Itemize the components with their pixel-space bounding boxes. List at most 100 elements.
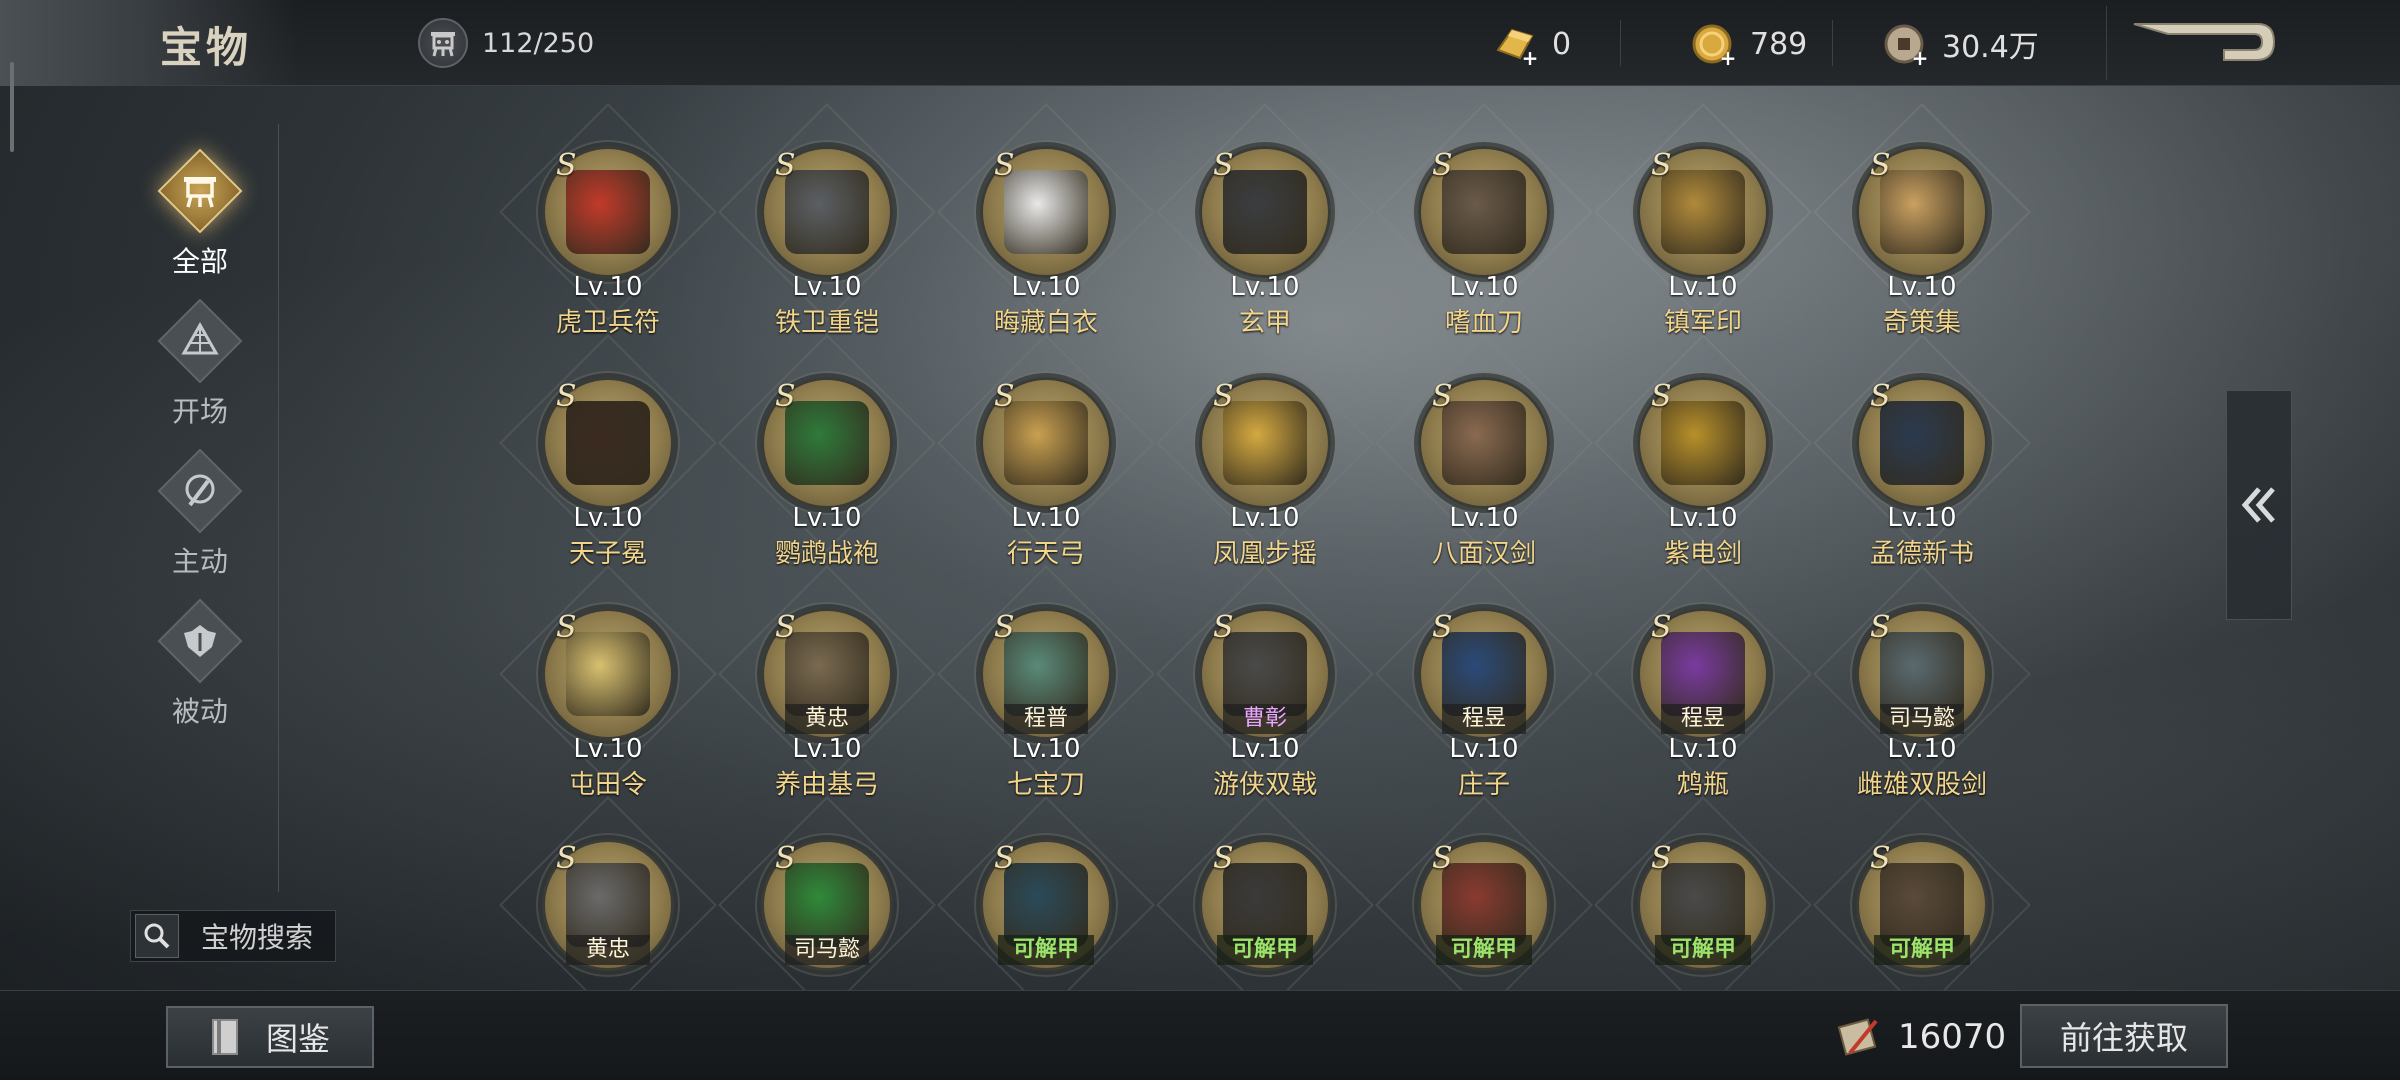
token-scroll-icon (1837, 1018, 1878, 1056)
treasure-name: 八面汉剑 (1431, 539, 1536, 569)
sidebar-item-label: 被动 (171, 695, 228, 728)
back-arrow-icon[interactable] (2128, 16, 2278, 76)
rank-s-mark: S (1651, 610, 1672, 645)
treasure-medal: S 黄忠 (542, 839, 674, 971)
treasure-art-icon (1442, 401, 1526, 485)
treasure-medal: S (542, 146, 674, 278)
treasure-name: 嗜血刀 (1444, 308, 1523, 338)
treasure-card[interactable]: S Lv.10 孟德新书 (1832, 377, 2012, 577)
treasure-name: 雌雄双股剑 (1856, 770, 1987, 800)
rank-s-mark: S (1213, 841, 1234, 876)
treasure-card[interactable]: S Lv.10 虎卫兵符 (518, 146, 698, 346)
hero-tag: 黄忠 (785, 704, 869, 734)
rank-s-mark: S (1432, 610, 1453, 645)
treasure-art-icon (1661, 401, 1745, 485)
rank-s-mark: S (1432, 841, 1453, 876)
scroll-indicator (10, 62, 14, 152)
rank-s-mark: S (994, 148, 1015, 183)
treasure-name: 庄子 (1457, 770, 1510, 800)
treasure-level: Lv.10 (1011, 272, 1081, 302)
treasure-medal: S 曹彰 (1199, 608, 1331, 740)
treasure-art-icon (566, 170, 650, 254)
treasure-card[interactable]: S Lv.10 八面汉剑 (1394, 377, 1574, 577)
divider (2106, 6, 2107, 80)
treasure-medal: S (1418, 146, 1550, 278)
treasure-medal: S 黄忠 (761, 608, 893, 740)
plus-icon: + (1521, 46, 1539, 70)
hero-tag: 司马懿 (1880, 704, 1964, 734)
rank-s-mark: S (1213, 379, 1234, 414)
treasure-medal: S (1418, 377, 1550, 509)
sidebar-item-all[interactable]: 全部 (140, 150, 260, 290)
codex-label: 图鉴 (265, 1020, 330, 1058)
rank-s-mark: S (1651, 379, 1672, 414)
rank-s-mark: S (775, 841, 796, 876)
treasure-card[interactable]: S 程普 Lv.10 七宝刀 (956, 608, 1136, 808)
treasure-card[interactable]: S Lv.10 行天弓 (956, 377, 1136, 577)
treasure-card[interactable]: S Lv.10 屯田令 (518, 608, 698, 808)
treasure-level: Lv.10 (1449, 734, 1519, 764)
treasure-level: Lv.10 (1668, 272, 1738, 302)
unlock-tag: 可解甲 (1655, 935, 1751, 965)
rank-s-mark: S (1870, 610, 1891, 645)
go-obtain-button[interactable]: 前往获取 (2020, 1004, 2228, 1068)
treasure-card[interactable]: S 程昱 Lv.10 庄子 (1394, 608, 1574, 808)
sidebar-item-passive[interactable]: 被动 (140, 600, 260, 740)
currency-gold-coin[interactable]: + 789 (1688, 20, 1807, 68)
treasure-name: 孟德新书 (1869, 539, 1974, 569)
treasure-card[interactable]: S Lv.10 晦藏白衣 (956, 146, 1136, 346)
sidebar-item-opening[interactable]: 开场 (140, 300, 260, 440)
treasure-card[interactable]: S 曹彰 Lv.10 游侠双戟 (1175, 608, 1355, 808)
treasure-card[interactable]: S Lv.10 紫电剑 (1613, 377, 1793, 577)
treasure-medal: S 程昱 (1418, 608, 1550, 740)
gold-bar-value: 0 (1552, 26, 1572, 62)
treasure-card[interactable]: S Lv.10 铁卫重铠 (737, 146, 917, 346)
treasure-medal: S 可解甲 (1856, 839, 1988, 971)
rank-s-mark: S (994, 379, 1015, 414)
treasure-card[interactable]: S Lv.10 天子冕 (518, 377, 698, 577)
gold-coin-icon: + (1688, 20, 1736, 68)
treasure-level: Lv.10 (792, 272, 862, 302)
treasure-card[interactable]: S 程昱 Lv.10 鸩瓶 (1613, 608, 1793, 808)
treasure-medal: S 可解甲 (1199, 839, 1331, 971)
token-value: 16070 (1898, 1017, 2007, 1057)
codex-button[interactable]: 图鉴 (166, 1006, 374, 1068)
treasure-medal: S 程普 (980, 608, 1112, 740)
currency-gold-bar[interactable]: + 0 (1490, 20, 1571, 68)
treasure-name: 行天弓 (1006, 539, 1085, 569)
treasure-card[interactable]: S Lv.10 嗜血刀 (1394, 146, 1574, 346)
treasure-art-icon (1880, 401, 1964, 485)
treasure-name: 铁卫重铠 (774, 308, 879, 338)
rank-s-mark: S (556, 841, 577, 876)
treasure-medal: S (1199, 146, 1331, 278)
treasure-card[interactable]: S Lv.10 镇军印 (1613, 146, 1793, 346)
treasure-name: 天子冕 (568, 539, 647, 569)
treasure-card[interactable]: S Lv.10 凤凰步摇 (1175, 377, 1355, 577)
sidebar-item-label: 全部 (171, 245, 228, 278)
top-bar: 宝物 112/250 + 0 + 789 + 30.4万 (0, 0, 2400, 86)
book-icon (211, 1019, 238, 1055)
page-title: 宝物 (160, 23, 253, 72)
treasure-search-button[interactable]: 宝物搜索 (130, 910, 336, 962)
treasure-medal: S 可解甲 (1418, 839, 1550, 971)
sidebar-item-active[interactable]: 主动 (140, 450, 260, 590)
rank-s-mark: S (556, 379, 577, 414)
unlock-tag: 可解甲 (1436, 935, 1532, 965)
treasure-name: 紫电剑 (1663, 539, 1742, 569)
treasure-name: 养由基弓 (774, 770, 879, 800)
rank-s-mark: S (775, 610, 796, 645)
treasure-name: 虎卫兵符 (555, 308, 660, 338)
collapse-panel-button[interactable] (2226, 390, 2292, 620)
currency-copper-coin[interactable]: + 30.4万 (1880, 20, 2039, 68)
treasure-card[interactable]: S Lv.10 玄甲 (1175, 146, 1355, 346)
treasure-medal: S 可解甲 (1637, 839, 1769, 971)
treasure-card[interactable]: S 黄忠 Lv.10 养由基弓 (737, 608, 917, 808)
unlock-tag: 可解甲 (1874, 935, 1970, 965)
treasure-medal: S (1637, 377, 1769, 509)
treasure-card[interactable]: S Lv.10 鹦鹉战袍 (737, 377, 917, 577)
treasure-art-icon (1880, 170, 1964, 254)
treasure-level: Lv.10 (1230, 272, 1300, 302)
treasure-card[interactable]: S 司马懿 Lv.10 雌雄双股剑 (1832, 608, 2012, 808)
treasure-medal: S (1856, 146, 1988, 278)
treasure-card[interactable]: S Lv.10 奇策集 (1832, 146, 2012, 346)
